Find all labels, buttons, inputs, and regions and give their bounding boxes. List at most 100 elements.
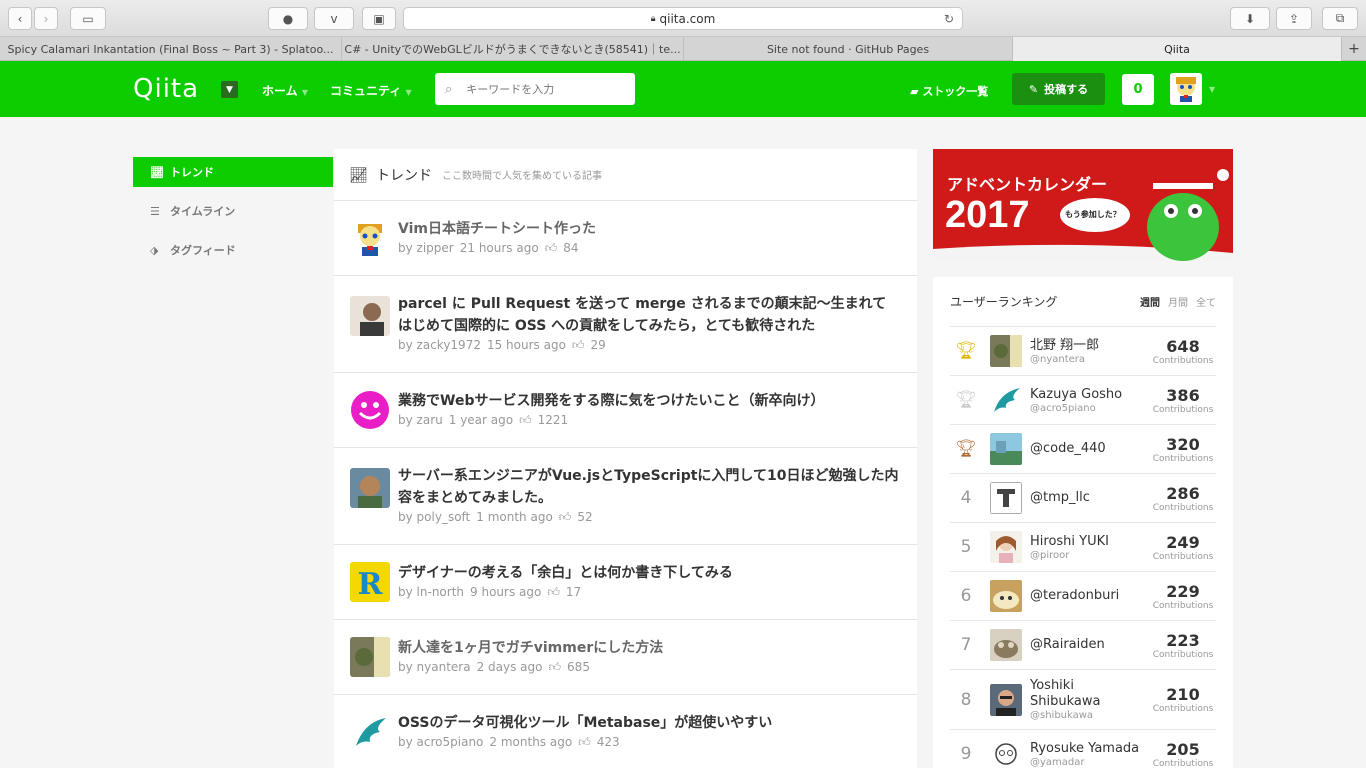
ranking-handle: @shibukawa bbox=[1030, 710, 1094, 721]
left-sidebar: 📈︎ トレンド ☰ タイムライン ⬗ タグフィード bbox=[133, 157, 333, 274]
logo-dropdown-icon[interactable]: ▼ bbox=[221, 81, 238, 98]
article-item: OSSのデータ可視化ツール「Metabase」が超使いやすい by acro5p… bbox=[334, 695, 917, 768]
forward-icon[interactable]: › bbox=[34, 7, 58, 30]
advent-calendar-banner[interactable]: アドベントカレンダー 2017 もう参加した？ bbox=[933, 149, 1233, 261]
ranking-title: ユーザーランキング bbox=[950, 295, 1058, 309]
ranking-avatar[interactable] bbox=[990, 384, 1022, 416]
sidebar-item-tagfeed[interactable]: ⬗ タグフィード bbox=[133, 235, 333, 265]
period-monthly[interactable]: 月間 bbox=[1168, 298, 1188, 309]
browser-tab[interactable]: Spicy Calamari Inkantation (Final Boss ~… bbox=[0, 37, 342, 61]
author-link[interactable]: acro5piano bbox=[417, 735, 484, 749]
rank-number: 8 bbox=[960, 689, 972, 710]
article-title[interactable]: デザイナーの考える「余白」とは何か書き下してみる bbox=[398, 562, 901, 584]
author-avatar[interactable] bbox=[350, 218, 390, 258]
ranking-avatar[interactable] bbox=[990, 531, 1022, 563]
ranking-avatar[interactable] bbox=[990, 683, 1022, 716]
download-icon[interactable]: ⬇ bbox=[1230, 7, 1270, 30]
feed-title: トレンド bbox=[376, 167, 433, 184]
qiita-logo[interactable]: Qiita bbox=[133, 74, 199, 104]
browser-tab-active[interactable]: Qiita bbox=[1013, 37, 1342, 61]
user-avatar[interactable] bbox=[1170, 73, 1202, 105]
nav-community[interactable]: コミュニティ ▼ bbox=[330, 82, 412, 99]
author-avatar[interactable] bbox=[350, 296, 390, 336]
like-icon: 👍︎ bbox=[578, 735, 591, 749]
ranking-row[interactable]: 9 Ryosuke Yamada @yamadar 205 Contribution… bbox=[950, 729, 1216, 768]
author-link[interactable]: nyantera bbox=[417, 660, 471, 674]
ranking-row[interactable]: 8 Yoshiki Shibukawa @shibukawa 210 Contrib… bbox=[950, 669, 1216, 729]
notification-count[interactable]: 0 bbox=[1122, 74, 1154, 105]
site-header: Qiita ▼ ホーム ▼ コミュニティ ▼ ⌕ ▰ ストック一覧 ✎投稿する … bbox=[0, 61, 1366, 117]
ranking-score: 386 bbox=[1166, 385, 1200, 405]
period-weekly[interactable]: 週間 bbox=[1140, 298, 1160, 309]
nav-home[interactable]: ホーム ▼ bbox=[262, 82, 308, 99]
user-menu-caret-icon[interactable]: ▼ bbox=[1209, 85, 1215, 94]
ranking-avatar[interactable] bbox=[990, 335, 1022, 367]
ranking-score: 210 bbox=[1166, 685, 1200, 704]
reload-icon[interactable]: ↻ bbox=[944, 12, 954, 26]
author-avatar[interactable] bbox=[350, 637, 390, 677]
user-ranking-panel: ユーザーランキング 週間 月間 全て 🏆︎ 北野 翔一郎 @nyantera 648 C… bbox=[933, 277, 1233, 768]
trend-feed: 📈︎ トレンド ここ数時間で人気を集めている記事 Vim日本語チートシート作った… bbox=[334, 149, 917, 768]
article-title[interactable]: Vim日本語チートシート作った bbox=[398, 218, 901, 240]
ranking-row[interactable]: 5 Hiroshi YUKI @piroor 249 Contributions bbox=[950, 522, 1216, 571]
sidebar-item-trend[interactable]: 📈︎ トレンド bbox=[133, 157, 333, 187]
ranking-row[interactable]: 🏆︎ @code_440 320 Contributions bbox=[950, 424, 1216, 473]
stock-list-link[interactable]: ▰ ストック一覧 bbox=[910, 83, 988, 99]
ranking-handle: @piroor bbox=[1030, 549, 1070, 561]
ranking-avatar[interactable] bbox=[990, 482, 1022, 514]
back-icon[interactable]: ‹ bbox=[8, 7, 32, 30]
lock-icon: 🔒︎ bbox=[650, 13, 656, 24]
browser-tab[interactable]: Site not found · GitHub Pages bbox=[684, 37, 1013, 61]
article-meta: by acro5piano 2 months ago 👍︎ 423 bbox=[398, 735, 620, 749]
article-title[interactable]: parcel に Pull Request を送って merge されるまでの顛… bbox=[398, 293, 901, 337]
author-link[interactable]: zacky1972 bbox=[417, 338, 481, 352]
ranking-row[interactable]: 🏆︎ 北野 翔一郎 @nyantera 648 Contributions bbox=[950, 326, 1216, 375]
reader-icon[interactable]: ▣ bbox=[362, 7, 396, 30]
contributions-label: Contributions bbox=[1152, 758, 1214, 768]
ranking-row[interactable]: 6 @teradonburi 229 Contributions bbox=[950, 571, 1216, 620]
ranking-name: @tmp_llc bbox=[1030, 490, 1090, 505]
browser-tab[interactable]: C# - UnityでのWebGLビルドがうまくできないとき(58541)｜te… bbox=[342, 37, 684, 61]
author-avatar[interactable] bbox=[350, 712, 390, 752]
author-avatar[interactable]: R bbox=[350, 562, 390, 602]
author-avatar[interactable] bbox=[350, 390, 390, 430]
url-text: qiita.com bbox=[659, 11, 716, 26]
post-button[interactable]: ✎ 投稿する bbox=[1012, 73, 1105, 105]
search-input[interactable] bbox=[466, 82, 617, 96]
ranking-row[interactable]: 7 @Rairaiden 223 Contributions bbox=[950, 620, 1216, 669]
article-title[interactable]: OSSのデータ可視化ツール「Metabase」が超使いやすい bbox=[398, 712, 901, 734]
rank-number: 9 bbox=[960, 744, 972, 764]
ranking-avatar[interactable] bbox=[990, 433, 1022, 465]
share-icon[interactable]: ⇪ bbox=[1276, 7, 1312, 30]
new-tab-icon[interactable]: + bbox=[1342, 37, 1366, 61]
author-link[interactable]: zipper bbox=[417, 241, 454, 255]
like-icon: 👍︎ bbox=[547, 585, 560, 599]
contributions-label: Contributions bbox=[1152, 404, 1214, 415]
article-title[interactable]: 業務でWebサービス開発をする際に気をつけたいこと（新卒向け） bbox=[398, 390, 901, 412]
ranking-avatar[interactable] bbox=[990, 738, 1022, 768]
sidebar-item-timeline[interactable]: ☰ タイムライン bbox=[133, 196, 333, 226]
tabs-overview-icon[interactable]: ⧉ bbox=[1322, 7, 1358, 30]
ranking-name: Yoshiki Shibukawa bbox=[1030, 678, 1101, 709]
article-title[interactable]: 新人達を1ヶ月でガチvimmerにした方法 bbox=[398, 637, 901, 659]
sidebar-toggle-icon[interactable]: ▭ bbox=[70, 7, 106, 30]
ranking-row[interactable]: 🏆︎ Kazuya Gosho @acro5piano 386 Contributi… bbox=[950, 375, 1216, 424]
ranking-avatar[interactable] bbox=[990, 580, 1022, 612]
article-title[interactable]: サーバー系エンジニアがVue.jsとTypeScriptに入門して10日ほど勉強… bbox=[398, 465, 901, 509]
address-bar[interactable]: 🔒︎ qiita.com ↻ bbox=[403, 7, 963, 30]
period-all[interactable]: 全て bbox=[1196, 298, 1216, 309]
like-icon: 👍︎ bbox=[558, 510, 572, 524]
author-link[interactable]: zaru bbox=[417, 413, 443, 427]
ranking-avatar[interactable] bbox=[990, 629, 1022, 661]
author-link[interactable]: poly_soft bbox=[417, 510, 471, 524]
author-avatar[interactable] bbox=[350, 468, 390, 508]
extension-shield-icon[interactable]: ● bbox=[268, 7, 308, 30]
tab-bar: Spicy Calamari Inkantation (Final Boss ~… bbox=[0, 37, 1366, 61]
tag-icon: ⬗ bbox=[150, 243, 159, 257]
ranking-row[interactable]: 4 @tmp_llc 286 Contributions bbox=[950, 473, 1216, 522]
extension-v-icon[interactable]: v bbox=[314, 7, 354, 30]
feed-header: 📈︎ トレンド ここ数時間で人気を集めている記事 bbox=[334, 149, 917, 201]
author-link[interactable]: ln-north bbox=[417, 585, 464, 599]
article-meta: by nyantera 2 days ago 👍︎ 685 bbox=[398, 660, 590, 674]
ranking-name: Kazuya Gosho bbox=[1030, 386, 1123, 402]
